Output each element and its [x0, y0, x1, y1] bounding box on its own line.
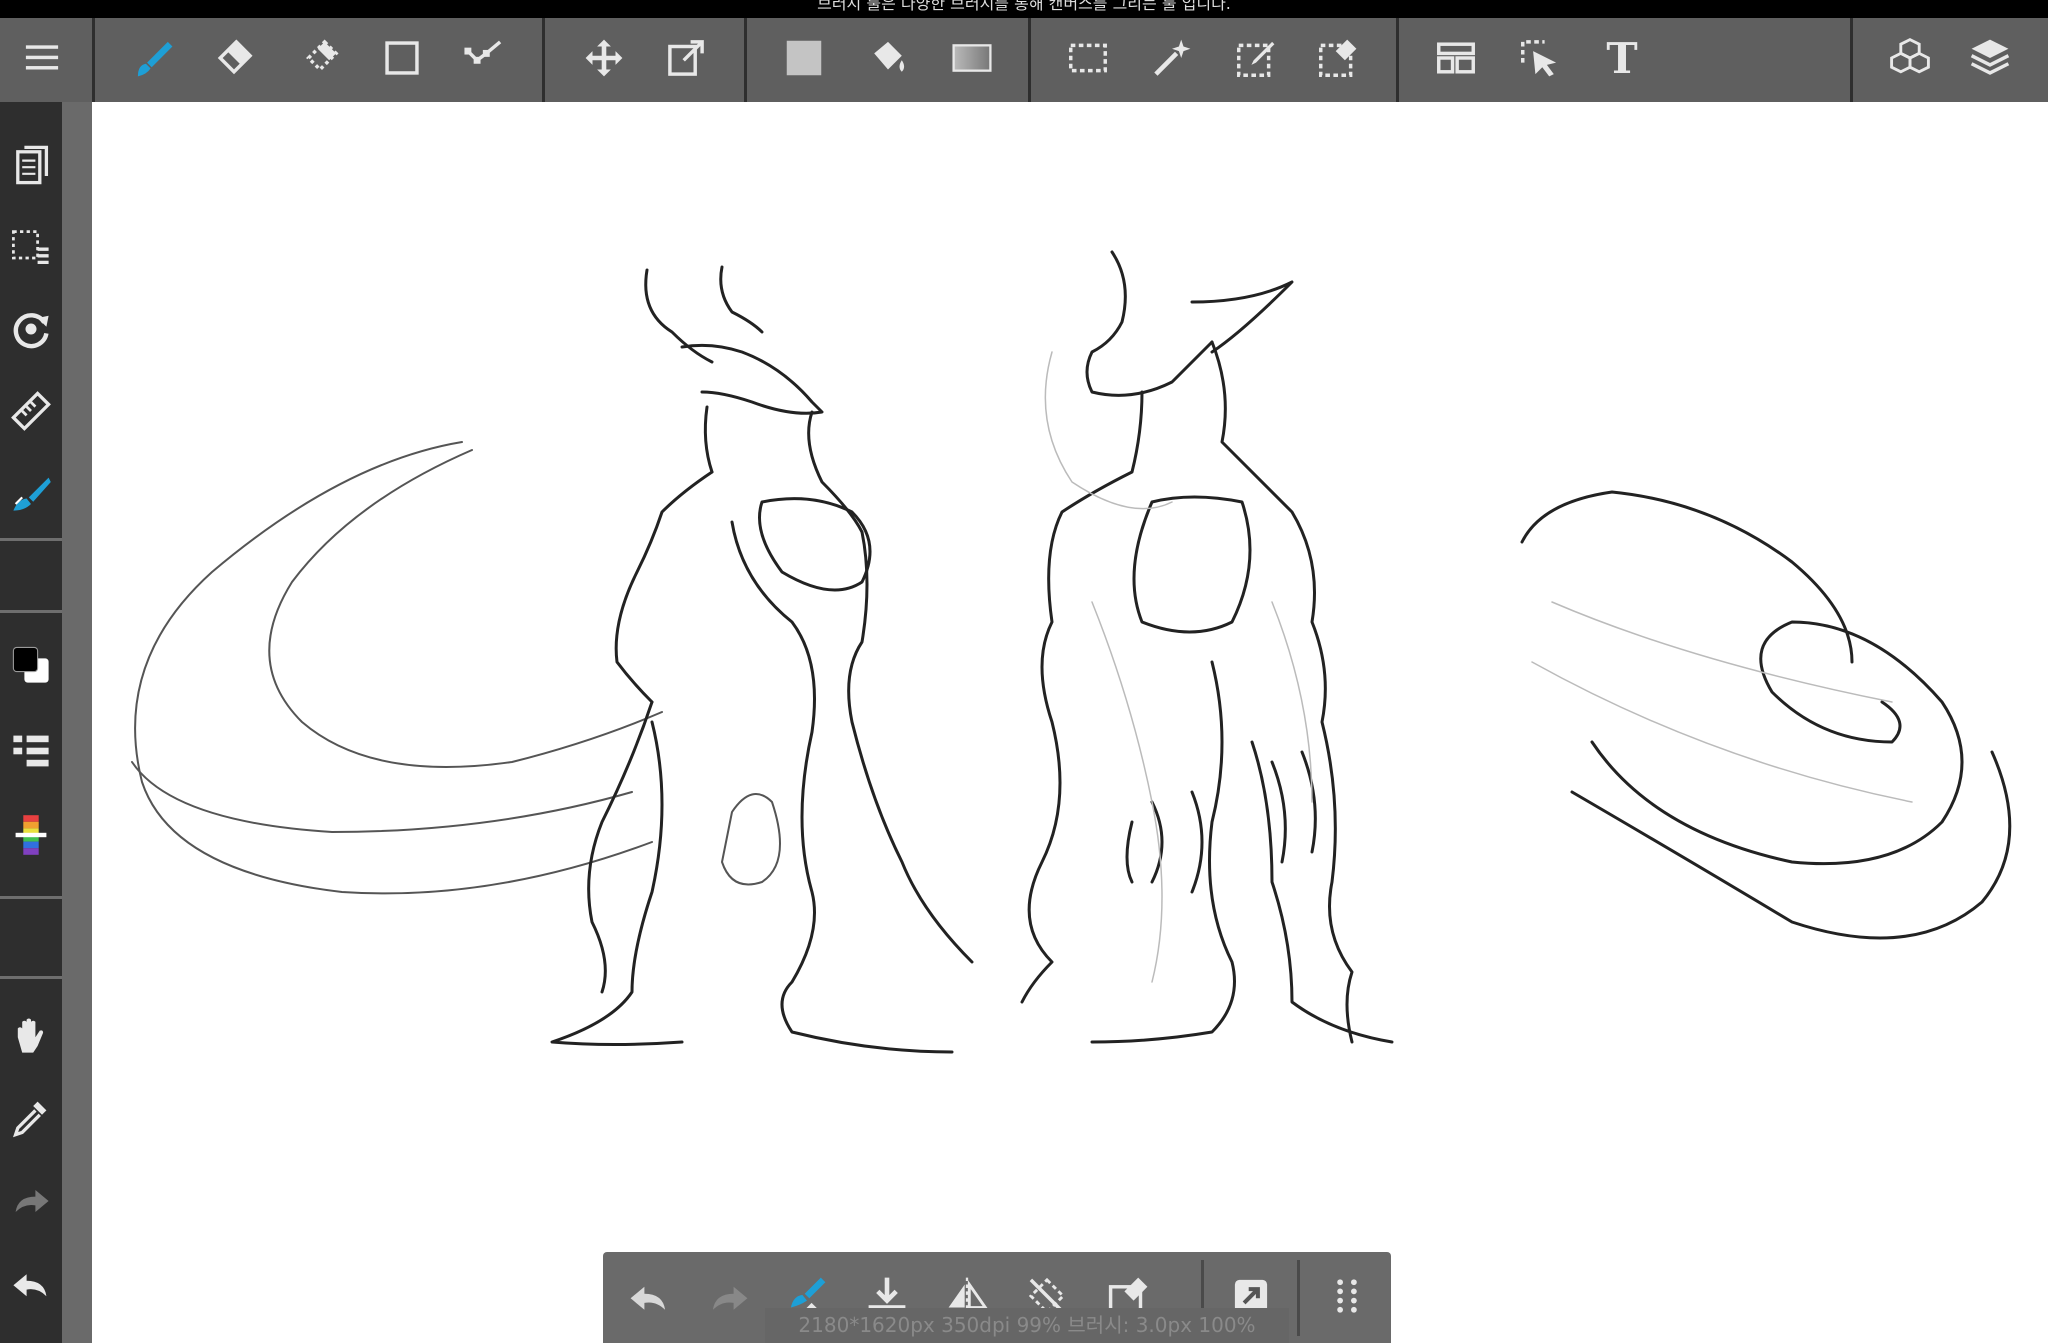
undo-icon[interactable]: [8, 1260, 54, 1306]
tooltip-message: 브러시 툴은 다양한 브러시를 통해 캔버스를 그리는 툴 입니다.: [0, 0, 2048, 18]
dragon-sketch: [131, 250, 2012, 1054]
move-icon[interactable]: [572, 26, 636, 90]
toolbar-separator: [92, 18, 95, 102]
toolbar-separator: [1850, 18, 1853, 102]
toolbar-separator: [542, 18, 545, 102]
top-toolbar: T: [0, 18, 2048, 102]
material-icon[interactable]: [1878, 26, 1942, 90]
select-pen-icon[interactable]: [1224, 26, 1288, 90]
eyedropper-icon[interactable]: [8, 1094, 54, 1140]
eraser-icon[interactable]: [202, 26, 266, 90]
transform-icon[interactable]: [654, 26, 718, 90]
layer-icon[interactable]: [1958, 26, 2022, 90]
toolbar-separator: [1396, 18, 1399, 102]
redo-button[interactable]: [697, 1264, 761, 1328]
ruler-icon[interactable]: [8, 388, 54, 434]
brush-icon[interactable]: [122, 26, 186, 90]
rectangle-shape-icon[interactable]: [370, 26, 434, 90]
redo-icon[interactable]: [8, 1178, 54, 1224]
rotate-canvas-icon[interactable]: [8, 306, 54, 352]
bottom-toolbar: 2180*1620px 350dpi 99% 브러시: 3.0px 100%: [603, 1252, 1391, 1343]
left-toolbar: [0, 102, 82, 1343]
page-manager-icon[interactable]: [8, 142, 54, 188]
dot-line-icon[interactable]: [452, 26, 516, 90]
frame-divide-icon[interactable]: [1424, 26, 1488, 90]
toolbar-separator: [744, 18, 747, 102]
select-rect-icon[interactable]: [1056, 26, 1120, 90]
brush-settings-icon[interactable]: [8, 470, 54, 516]
left-toolbar-edge: [62, 102, 92, 1343]
fill-icon[interactable]: [772, 26, 836, 90]
menu-icon[interactable]: [10, 26, 74, 90]
toolbar-separator: [1028, 18, 1031, 102]
operation-icon[interactable]: [1508, 26, 1572, 90]
hand-icon[interactable]: [8, 1012, 54, 1058]
blur-eraser-icon[interactable]: [288, 26, 352, 90]
layer-list-icon[interactable]: [8, 728, 54, 774]
color-icon[interactable]: [8, 642, 54, 688]
select-eraser-icon[interactable]: [1306, 26, 1370, 90]
selection-tool-icon[interactable]: [8, 224, 54, 270]
undo-button[interactable]: [617, 1264, 681, 1328]
canvas-status-text: 2180*1620px 350dpi 99% 브러시: 3.0px 100%: [765, 1308, 1289, 1343]
text-icon[interactable]: T: [1590, 26, 1654, 90]
gradient-icon[interactable]: [940, 26, 1004, 90]
toolbar-separator: [1297, 1260, 1300, 1336]
bucket-icon[interactable]: [856, 26, 920, 90]
more-options-icon[interactable]: [1315, 1264, 1379, 1328]
magic-wand-icon[interactable]: [1140, 26, 1204, 90]
color-palette-icon[interactable]: [8, 812, 54, 858]
